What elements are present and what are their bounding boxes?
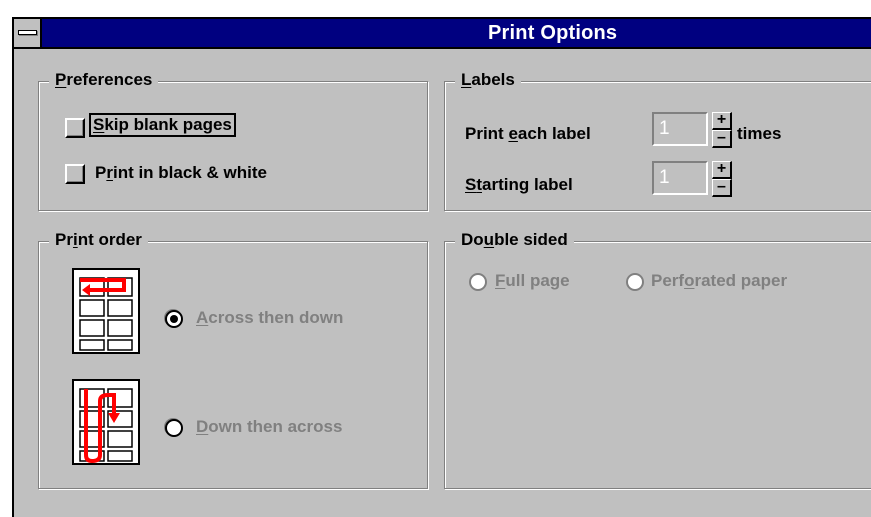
preferences-group: Preferences Skip blank pages Print in bl…	[38, 70, 428, 211]
skip-blank-pages-checkbox[interactable]	[65, 118, 85, 138]
labels-group: Labels Print each label 1 + – times Star…	[444, 70, 871, 211]
system-menu-icon	[18, 30, 37, 35]
system-menu-button[interactable]	[14, 19, 42, 47]
starting-label-label: Starting label	[465, 175, 573, 194]
down-then-across-icon	[72, 379, 140, 465]
spin-up-icon[interactable]: +	[712, 161, 732, 179]
spin-up-icon[interactable]: +	[712, 112, 732, 130]
print-options-dialog: Print Options Preferences Skip blank pag…	[12, 17, 871, 517]
preferences-heading: Preferences	[49, 70, 159, 90]
print-each-label-label: Print each label	[465, 124, 591, 143]
spin-down-icon[interactable]: –	[712, 179, 732, 197]
spin-down-icon[interactable]: –	[712, 130, 732, 148]
radio-selected-dot	[170, 315, 178, 323]
skip-blank-pages-label[interactable]: Skip blank pages	[89, 113, 236, 137]
double-sided-heading: Double sided	[455, 230, 574, 250]
down-then-across-radio[interactable]	[165, 419, 183, 437]
black-white-label[interactable]: Print in black & white	[95, 163, 267, 183]
starting-label-spinner[interactable]: + –	[712, 161, 732, 197]
print-order-heading: Print order	[49, 230, 148, 250]
times-label: times	[737, 124, 782, 143]
title-bar: Print Options	[14, 19, 871, 49]
starting-label-field[interactable]: 1	[652, 161, 708, 195]
black-white-checkbox[interactable]	[65, 164, 85, 184]
across-then-down-label[interactable]: Across then down	[196, 308, 343, 328]
full-page-label[interactable]: Full page	[495, 271, 570, 291]
across-then-down-icon	[72, 268, 140, 354]
down-then-across-label[interactable]: Down then across	[196, 417, 342, 437]
across-then-down-radio[interactable]	[165, 310, 183, 328]
double-sided-group: Double sided Full page Perforated paper	[444, 230, 871, 489]
print-each-label-field[interactable]: 1	[652, 112, 708, 146]
print-each-label-spinner[interactable]: + –	[712, 112, 732, 148]
full-page-radio[interactable]	[469, 273, 487, 291]
print-order-group: Print order Across then down Down then a…	[38, 230, 428, 489]
perforated-paper-label[interactable]: Perforated paper	[651, 271, 787, 291]
window-title: Print Options	[488, 22, 618, 44]
perforated-paper-radio[interactable]	[626, 273, 644, 291]
labels-heading: Labels	[455, 70, 521, 90]
